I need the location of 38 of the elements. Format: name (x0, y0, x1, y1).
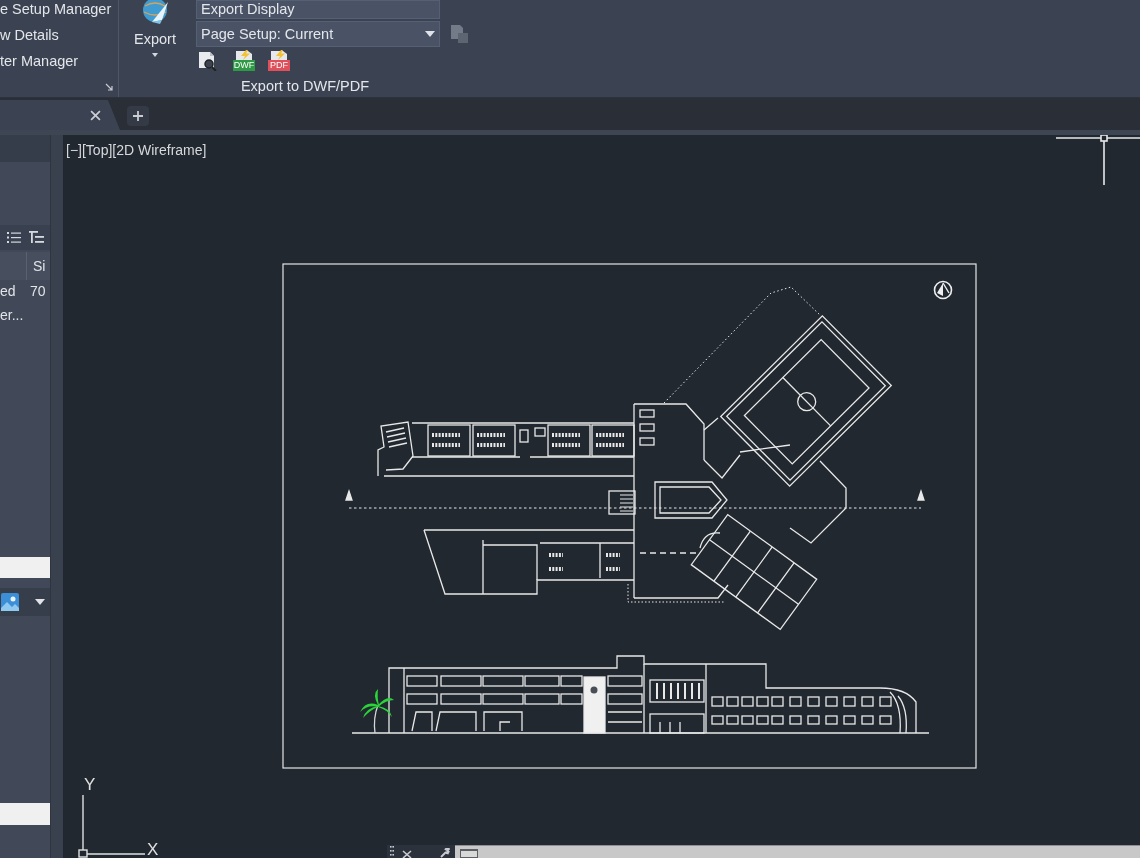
export-display-dropdown[interactable]: Export Display (196, 0, 440, 19)
ucs-icon (78, 794, 146, 858)
viewport-control[interactable]: [2D Wireframe] (112, 142, 207, 159)
command-input-field[interactable] (455, 845, 1140, 858)
input-field[interactable] (0, 557, 50, 578)
page-setup-dropdown[interactable]: Page Setup: Current (196, 21, 440, 47)
grip-icon[interactable] (390, 846, 394, 858)
axis-label: X (147, 840, 159, 858)
caret-icon (425, 31, 435, 37)
panel-title: Export to DWF/PDF (239, 78, 371, 96)
page-lightning-icon (234, 50, 254, 60)
viewport-control[interactable]: [−] (66, 142, 82, 159)
page-magnifier-icon (198, 50, 218, 71)
table-cell-text: ed (0, 282, 17, 300)
column-header[interactable]: Si (27, 257, 46, 275)
close-icon[interactable] (402, 850, 412, 858)
ribbon-menu-item[interactable]: w Details (0, 26, 59, 44)
image-icon[interactable] (1, 593, 19, 611)
plus-icon (133, 111, 143, 121)
axis-label: Y (84, 775, 96, 794)
dialog-launcher-icon[interactable] (105, 83, 113, 91)
table-cell-text: er... (0, 306, 25, 324)
close-icon[interactable] (90, 109, 101, 121)
wrench-icon[interactable] (440, 848, 450, 858)
table-cell: 70 (30, 282, 46, 300)
caret-icon[interactable] (35, 599, 45, 605)
ribbon-menu-item[interactable]: ter Manager (0, 52, 79, 70)
command-prompt-icon (460, 848, 478, 858)
pages-icon (450, 24, 470, 44)
input-field[interactable] (0, 803, 50, 825)
ribbon-menu-item[interactable]: e Setup Manager (0, 0, 112, 18)
viewport-control[interactable]: [Top] (81, 142, 113, 159)
list-view-icon[interactable] (7, 231, 21, 244)
new-tab-button[interactable] (127, 106, 149, 126)
caret-icon (152, 53, 158, 57)
tree-view-icon[interactable] (29, 231, 44, 244)
page-lightning-icon (269, 50, 289, 60)
export-button[interactable]: Export (129, 0, 181, 57)
